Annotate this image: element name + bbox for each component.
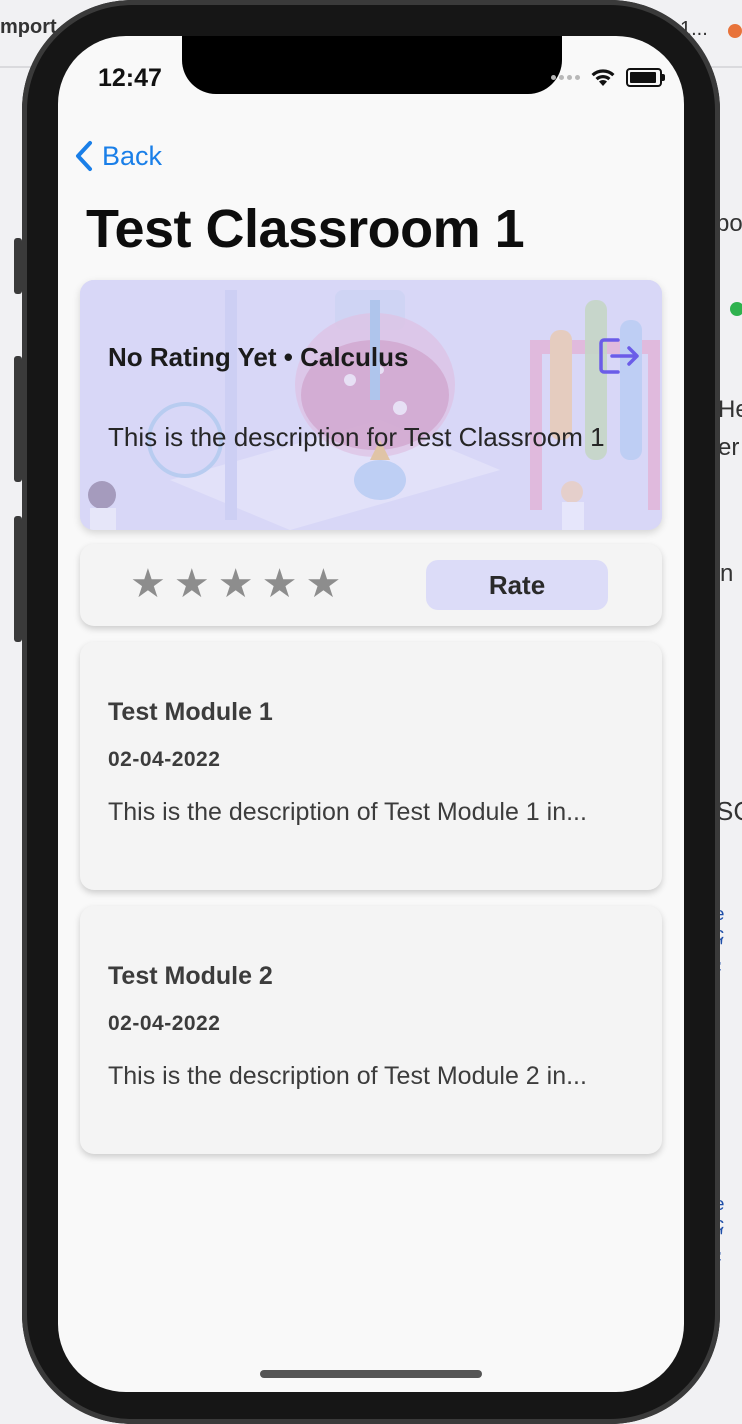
chevron-left-icon: [76, 141, 92, 171]
back-label: Back: [102, 140, 163, 171]
module-title: Test Module 1: [108, 698, 273, 726]
exit-icon: [599, 338, 639, 374]
status-icons: [551, 68, 665, 87]
phone-screen: 12:47 Back Test Classroom 1 No Rating Ye…: [58, 36, 684, 1392]
star-icon[interactable]: ★: [262, 564, 298, 604]
module-description: This is the description of Test Module 1…: [108, 798, 587, 826]
classroom-card: No Rating Yet • Calculus This is the des…: [80, 280, 662, 530]
module-description: This is the description of Test Module 2…: [108, 1062, 587, 1090]
module-date: 02-04-2022: [108, 1012, 221, 1035]
module-title: Test Module 2: [108, 962, 273, 990]
home-indicator[interactable]: [260, 1370, 482, 1378]
star-icon[interactable]: ★: [130, 564, 166, 604]
classroom-meta: No Rating Yet • Calculus: [108, 342, 409, 372]
status-dot: [728, 24, 742, 38]
star-rating[interactable]: ★ ★ ★ ★ ★: [130, 564, 341, 604]
signal-icon: [551, 75, 580, 80]
classroom-description: This is the description for Test Classro…: [108, 422, 605, 452]
battery-icon: [626, 68, 665, 87]
rate-button[interactable]: Rate: [426, 560, 608, 610]
mute-switch: [14, 238, 22, 294]
bg-text: He: [718, 396, 742, 423]
star-icon[interactable]: ★: [305, 564, 341, 604]
star-icon[interactable]: ★: [218, 564, 254, 604]
wifi-icon: [591, 69, 615, 86]
leave-classroom-button[interactable]: [598, 336, 642, 381]
volume-down-button: [14, 516, 22, 642]
bg-text: mport: [0, 16, 57, 38]
card-overlay: [80, 280, 662, 530]
rating-card: ★ ★ ★ ★ ★ Rate: [80, 544, 662, 626]
module-card[interactable]: Test Module 1 02-04-2022 This is the des…: [80, 642, 662, 890]
star-icon[interactable]: ★: [174, 564, 210, 604]
bg-text: n: [720, 560, 734, 587]
module-card[interactable]: Test Module 2 02-04-2022 This is the des…: [80, 906, 662, 1154]
back-button[interactable]: Back: [74, 140, 162, 172]
status-dot: [730, 302, 742, 316]
page-title: Test Classroom 1: [86, 199, 525, 259]
notch: [182, 36, 562, 94]
volume-up-button: [14, 356, 22, 482]
bg-text: er: [718, 434, 740, 461]
status-time: 12:47: [98, 64, 162, 92]
module-date: 02-04-2022: [108, 748, 221, 771]
